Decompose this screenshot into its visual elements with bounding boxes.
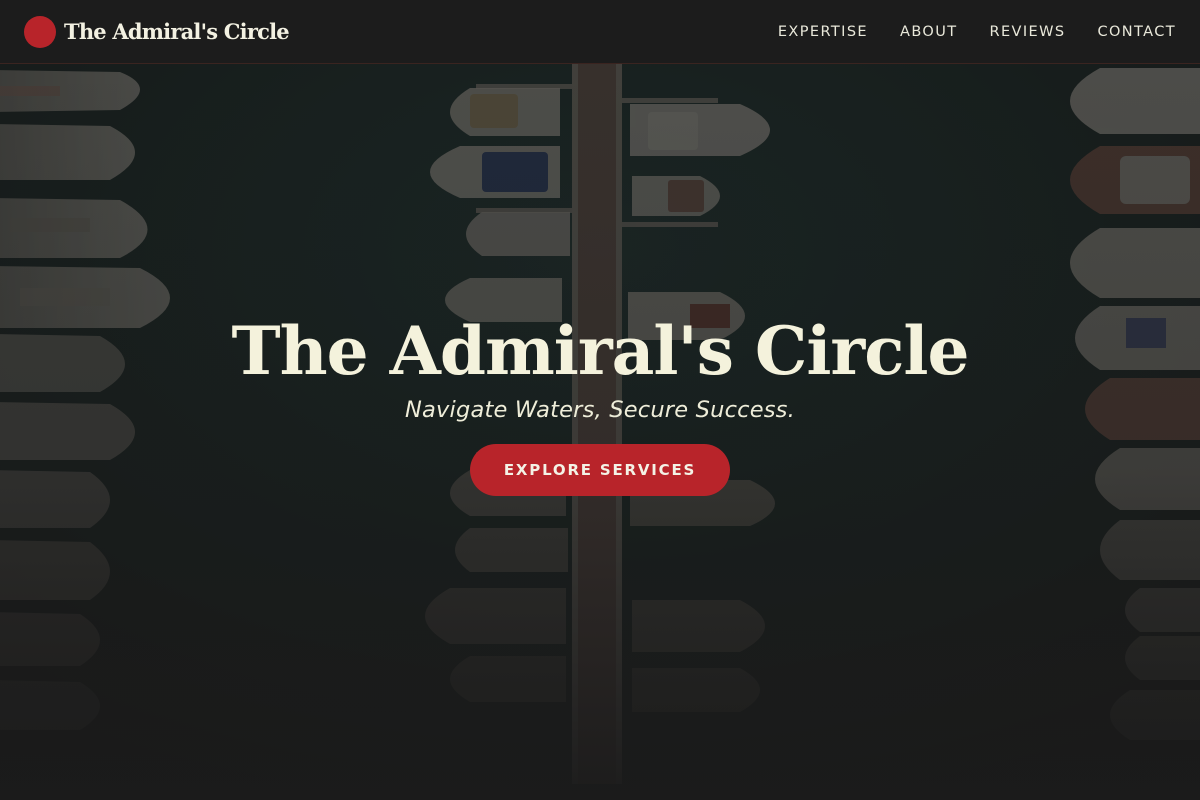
nav-link-contact[interactable]: CONTACT — [1097, 24, 1176, 40]
nav-link-reviews[interactable]: REVIEWS — [990, 24, 1066, 40]
nav-link-expertise[interactable]: EXPERTISE — [778, 24, 868, 40]
hero-title: The Admiral's Circle — [231, 312, 970, 390]
hero-section: The Admiral's Circle Navigate Waters, Se… — [0, 64, 1200, 800]
hero-tagline: Navigate Waters, Secure Success. — [405, 397, 795, 423]
brand-logo-link[interactable]: The Admiral's Circle — [24, 15, 290, 48]
brand-circle-icon — [24, 15, 56, 48]
navbar: The Admiral's Circle EXPERTISE ABOUT REV… — [0, 0, 1200, 64]
brand-name: The Admiral's Circle — [64, 19, 290, 44]
nav-link-about[interactable]: ABOUT — [900, 24, 958, 40]
explore-services-button[interactable]: EXPLORE SERVICES — [470, 444, 730, 496]
main-nav: EXPERTISE ABOUT REVIEWS CONTACT — [778, 24, 1176, 40]
